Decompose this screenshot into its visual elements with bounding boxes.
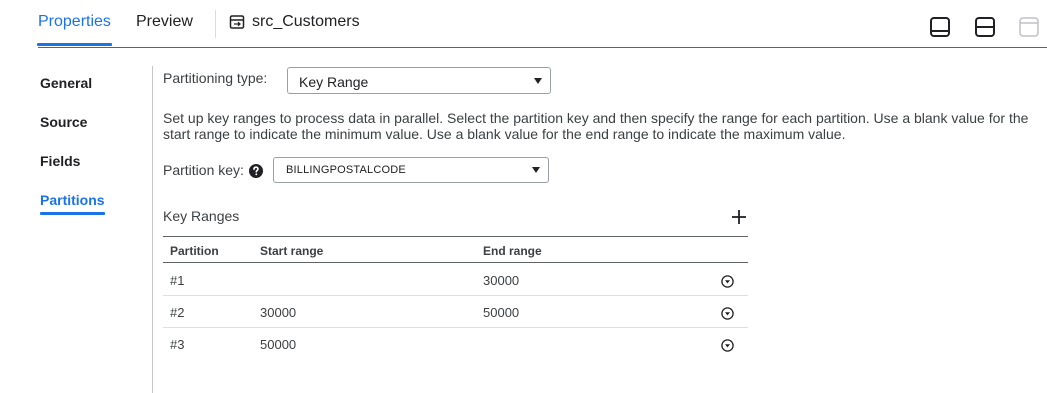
panel-top-icon[interactable] (1018, 16, 1040, 38)
start-range-cell[interactable]: 30000 (260, 305, 296, 320)
tab-separator (215, 10, 216, 38)
tab-properties-label: Properties (38, 13, 111, 30)
panel-bottom-icon[interactable] (929, 16, 951, 38)
tab-properties[interactable]: Properties (37, 13, 112, 46)
source-object-name: src_Customers (252, 13, 360, 30)
partitioning-type-label: Partitioning type: (163, 70, 268, 86)
partition-cell: #3 (170, 337, 185, 352)
nav-item-partitions[interactable]: Partitions (40, 192, 105, 215)
partition-cell: #1 (170, 273, 185, 288)
panel-split-icon[interactable] (974, 16, 996, 38)
column-header-end-range: End range (483, 244, 542, 258)
chevron-down-circle-icon[interactable] (721, 275, 734, 288)
help-icon[interactable] (248, 163, 264, 179)
panel-tab-bar: Properties Preview src_Customers (0, 0, 1047, 48)
nav-item-general[interactable]: General (40, 75, 92, 91)
nav-item-fields[interactable]: Fields (40, 153, 80, 169)
add-icon[interactable] (729, 207, 749, 227)
content-divider (152, 66, 153, 393)
partition-key-select[interactable]: BILLINGPOSTALCODE (273, 157, 549, 183)
tab-preview-label: Preview (136, 13, 193, 30)
dropdown-caret-icon (532, 167, 540, 173)
end-range-cell[interactable]: 30000 (483, 273, 519, 288)
end-range-cell[interactable]: 50000 (483, 305, 519, 320)
tab-preview[interactable]: Preview (136, 13, 193, 31)
table-row[interactable]: #2 30000 50000 (163, 296, 748, 328)
table-row[interactable]: #1 30000 (163, 264, 748, 296)
partitioning-description: Set up key ranges to process data in par… (163, 110, 1029, 142)
chevron-down-circle-icon[interactable] (721, 307, 734, 320)
table-row[interactable]: #3 50000 (163, 328, 748, 360)
partitioning-type-select[interactable]: Key Range (287, 67, 551, 94)
partition-key-value: BILLINGPOSTALCODE (286, 164, 406, 176)
chevron-down-circle-icon[interactable] (721, 339, 734, 352)
nav-item-partitions-label: Partitions (40, 192, 105, 208)
partition-cell: #2 (170, 305, 185, 320)
active-nav-indicator (40, 212, 105, 215)
nav-item-source[interactable]: Source (40, 114, 87, 130)
column-header-partition: Partition (170, 244, 219, 258)
tab-bar-divider (38, 47, 1047, 48)
table-header: Partition Start range End range (163, 237, 748, 263)
column-header-start-range: Start range (260, 244, 324, 258)
active-tab-indicator (37, 43, 112, 46)
start-range-cell[interactable]: 50000 (260, 337, 296, 352)
partitioning-type-value: Key Range (299, 74, 369, 90)
dropdown-caret-icon (534, 77, 542, 84)
source-object-tab: src_Customers (229, 13, 360, 31)
table-source-icon (229, 15, 245, 29)
partition-key-label: Partition key: (163, 162, 244, 178)
key-ranges-title: Key Ranges (163, 208, 240, 224)
